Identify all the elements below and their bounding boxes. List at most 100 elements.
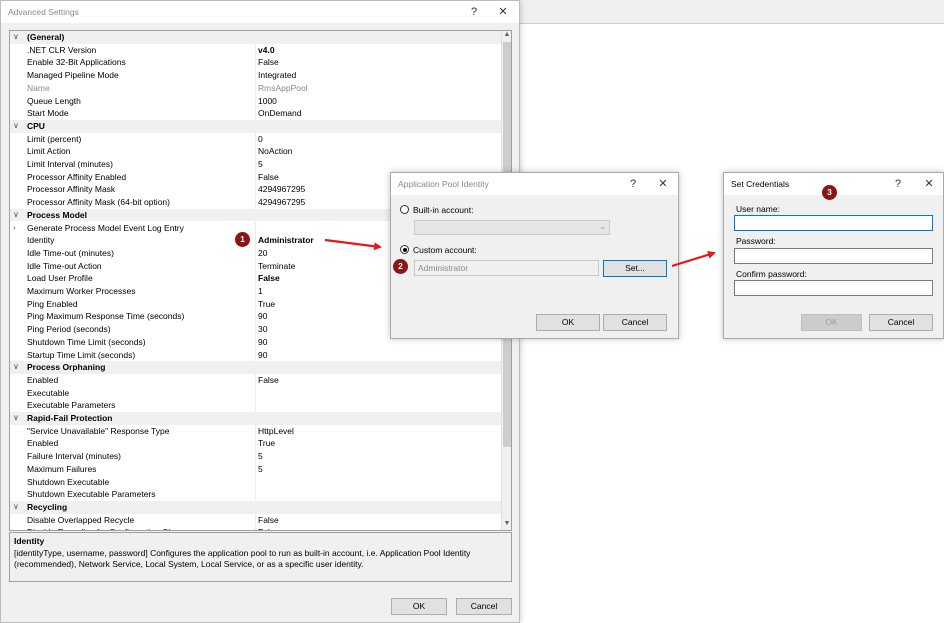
collapse-chevron-icon[interactable]: ∨ xyxy=(13,501,19,514)
confirm-password-field[interactable] xyxy=(734,280,933,296)
column-divider xyxy=(255,158,256,171)
column-divider xyxy=(255,94,256,108)
set-button[interactable]: Set... xyxy=(603,260,667,277)
chevron-down-icon: ⌄ xyxy=(599,222,606,231)
property-value[interactable]: 90 xyxy=(258,349,267,362)
custom-account-radio[interactable] xyxy=(400,245,409,254)
category-label: (General) xyxy=(27,32,65,42)
column-divider xyxy=(255,297,256,311)
property-value[interactable]: 90 xyxy=(258,336,267,349)
property-row[interactable]: "Service Unavailable" Response Type HttpL… xyxy=(10,424,502,438)
property-name: Processor Affinity Mask xyxy=(27,184,116,195)
close-button[interactable]: ✕ xyxy=(654,176,672,192)
property-value[interactable]: 5 xyxy=(258,158,263,171)
collapse-chevron-icon[interactable]: ∨ xyxy=(13,31,19,44)
property-value[interactable]: False xyxy=(258,272,280,285)
property-row[interactable]: Managed Pipeline Mode Integrated xyxy=(10,69,502,82)
property-value[interactable]: OnDemand xyxy=(258,107,301,120)
username-field[interactable] xyxy=(734,215,933,231)
property-value[interactable]: True xyxy=(258,437,275,450)
property-row[interactable]: Executable Parameters xyxy=(10,399,502,412)
column-divider xyxy=(255,437,256,451)
property-name: Managed Pipeline Mode xyxy=(27,70,119,81)
builtin-account-radio[interactable] xyxy=(400,205,409,214)
help-button[interactable]: ? xyxy=(889,176,907,192)
cancel-button[interactable]: Cancel xyxy=(869,314,933,331)
property-value[interactable]: RmsAppPool xyxy=(258,82,308,95)
property-value[interactable]: Integrated xyxy=(258,69,296,82)
property-value[interactable]: 5 xyxy=(258,463,263,476)
property-value[interactable]: 1000 xyxy=(258,95,277,108)
property-row[interactable]: Shutdown Executable Parameters xyxy=(10,488,502,501)
property-value[interactable]: 90 xyxy=(258,310,267,323)
property-name: Queue Length xyxy=(27,95,81,106)
help-button[interactable]: ? xyxy=(465,4,483,20)
property-value[interactable]: HttpLevel xyxy=(258,425,294,438)
builtin-account-select[interactable]: ⌄ xyxy=(414,220,610,235)
property-row[interactable]: Enabled False xyxy=(10,373,502,387)
description-panel: Identity [identityType, username, passwo… xyxy=(9,532,512,582)
property-row[interactable]: Queue Length 1000 xyxy=(10,94,502,108)
column-divider xyxy=(255,424,256,438)
scroll-up-icon[interactable]: ▲ xyxy=(502,31,511,41)
collapse-chevron-icon[interactable]: ∨ xyxy=(13,361,19,374)
property-row[interactable]: Name RmsAppPool xyxy=(10,81,502,95)
property-row[interactable]: Shutdown Executable xyxy=(10,475,502,489)
cancel-button[interactable]: Cancel xyxy=(603,314,667,331)
property-row[interactable]: Enabled True xyxy=(10,437,502,451)
property-value[interactable]: 30 xyxy=(258,323,267,336)
column-divider xyxy=(255,183,256,197)
category-row[interactable]: ∨ Rapid-Fail Protection xyxy=(10,412,502,425)
category-row[interactable]: ∨ Process Orphaning xyxy=(10,361,502,374)
category-row[interactable]: ∨ Recycling xyxy=(10,500,502,514)
collapse-chevron-icon[interactable]: ∨ xyxy=(13,120,19,133)
property-value[interactable]: True xyxy=(258,298,275,311)
property-value[interactable]: 4294967295 xyxy=(258,183,305,196)
password-field[interactable] xyxy=(734,248,933,264)
property-row[interactable]: Executable xyxy=(10,386,502,400)
property-name: Disable Recycling for Configuration Chan… xyxy=(27,526,196,530)
property-value[interactable]: False xyxy=(258,526,279,530)
cancel-button[interactable]: Cancel xyxy=(456,598,512,615)
property-name: Enable 32-Bit Applications xyxy=(27,57,126,68)
property-row[interactable]: Startup Time Limit (seconds) 90 xyxy=(10,348,502,362)
password-label: Password: xyxy=(736,236,776,246)
category-row[interactable]: ∨ CPU xyxy=(10,119,502,133)
property-value[interactable]: False xyxy=(258,171,279,184)
property-value[interactable]: NoAction xyxy=(258,145,293,158)
property-value[interactable]: 20 xyxy=(258,247,267,260)
property-value[interactable]: False xyxy=(258,56,279,69)
property-row[interactable]: Limit Interval (minutes) 5 xyxy=(10,158,502,171)
ok-button[interactable]: OK xyxy=(391,598,447,615)
column-divider xyxy=(255,323,256,336)
scroll-down-icon[interactable]: ▼ xyxy=(502,520,511,530)
property-row[interactable]: Start Mode OnDemand xyxy=(10,107,502,120)
property-name: Processor Affinity Enabled xyxy=(27,171,127,182)
property-value[interactable]: Administrator xyxy=(258,234,314,247)
property-row[interactable]: Enable 32-Bit Applications False xyxy=(10,56,502,70)
property-row[interactable]: Limit Action NoAction xyxy=(10,145,502,158)
property-row[interactable]: Disable Recycling for Configuration Chan… xyxy=(10,526,502,530)
property-value[interactable]: 5 xyxy=(258,450,263,463)
property-row[interactable]: Failure Interval (minutes) 5 xyxy=(10,450,502,463)
property-row[interactable]: Maximum Failures 5 xyxy=(10,462,502,476)
category-row[interactable]: ∨ (General) xyxy=(10,31,502,44)
property-value[interactable]: Terminate xyxy=(258,260,295,273)
property-value[interactable]: False xyxy=(258,374,279,387)
property-value[interactable]: 4294967295 xyxy=(258,196,305,209)
property-value[interactable]: 0 xyxy=(258,133,263,146)
property-name: Maximum Failures xyxy=(27,463,97,474)
collapse-chevron-icon[interactable]: ∨ xyxy=(13,209,19,222)
close-button[interactable]: ✕ xyxy=(494,4,512,20)
property-row[interactable]: Disable Overlapped Recycle False xyxy=(10,513,502,527)
property-row[interactable]: Limit (percent) 0 xyxy=(10,132,502,146)
help-button[interactable]: ? xyxy=(624,176,642,192)
property-value[interactable]: 1 xyxy=(258,285,263,298)
property-row[interactable]: .NET CLR Version v4.0 xyxy=(10,43,502,57)
close-button[interactable]: ✕ xyxy=(920,176,938,192)
ok-button[interactable]: OK xyxy=(536,314,600,331)
property-value[interactable]: False xyxy=(258,514,279,527)
property-value[interactable]: v4.0 xyxy=(258,44,275,57)
expand-chevron-icon[interactable]: › xyxy=(13,222,16,235)
collapse-chevron-icon[interactable]: ∨ xyxy=(13,412,19,425)
